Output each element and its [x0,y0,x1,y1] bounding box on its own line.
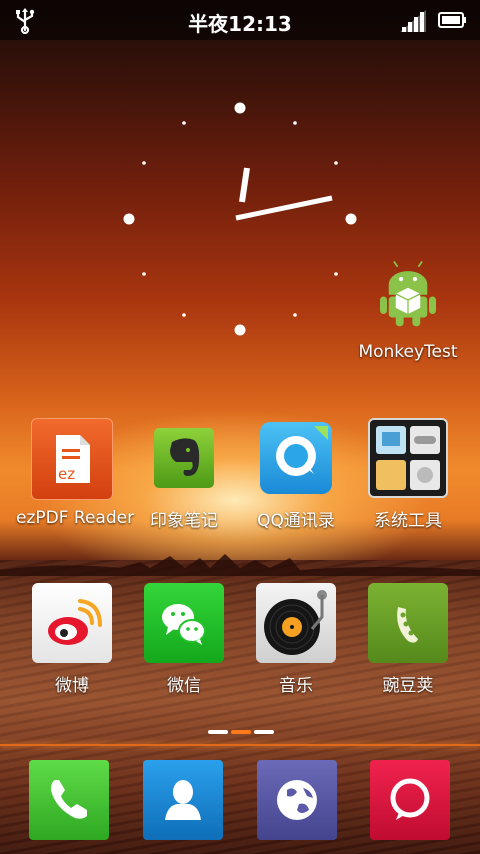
app-weibo[interactable]: 微博 [16,583,128,696]
clock-hour-hand [239,167,250,203]
app-label: MonkeyTest [358,342,458,362]
browser-icon [277,780,317,820]
page-dot [208,730,228,734]
ezpdf-icon: ez [31,418,113,500]
app-label: 豌豆荚 [382,676,434,696]
app-evernote[interactable]: 印象笔记 [128,418,240,531]
app-label: 微博 [55,676,89,696]
dock-divider [0,744,480,746]
app-wandoujia[interactable]: 豌豆荚 [352,583,464,696]
contacts-icon [165,780,201,820]
app-ezpdf-reader[interactable]: ez ezPDF Reader [16,418,135,528]
status-bar: 半夜12:13 [0,0,480,40]
app-music[interactable]: 音乐 [240,583,352,696]
dock-phone-button[interactable] [29,760,109,840]
battery-icon [438,12,466,28]
app-label: 音乐 [279,676,313,696]
app-qq-contacts[interactable]: QQ通讯录 [240,418,352,531]
app-label: 系统工具 [374,511,442,531]
wandoujia-icon [368,583,448,663]
weibo-icon [32,583,112,663]
signal-icon [400,10,426,32]
dock-browser-button[interactable] [257,760,337,840]
qq-contacts-icon [260,422,332,494]
app-label: QQ通讯录 [257,511,335,531]
evernote-icon [154,428,214,488]
page-indicator [208,730,274,734]
music-icon [256,583,336,663]
dock-contacts-button[interactable] [143,760,223,840]
analog-clock-widget[interactable] [110,90,370,350]
app-wechat[interactable]: 微信 [128,583,240,696]
page-dot [254,730,274,734]
dock-messaging-button[interactable] [370,760,450,840]
app-label: 印象笔记 [150,511,218,531]
phone-icon [51,780,87,819]
wallpaper-trees [0,554,480,576]
messaging-icon [390,778,430,820]
app-label: 微信 [167,676,201,696]
page-dot-active [231,730,251,734]
folder-system-tools[interactable]: 系统工具 [352,418,464,531]
app-monkeytest[interactable]: MonkeyTest [352,256,464,362]
app-label: ezPDF Reader [16,508,135,528]
wechat-icon [144,583,224,663]
android-icon [380,261,436,327]
clock-minute-hand [235,195,333,221]
svg-text:ez: ez [58,465,75,483]
folder-icon [368,418,448,498]
